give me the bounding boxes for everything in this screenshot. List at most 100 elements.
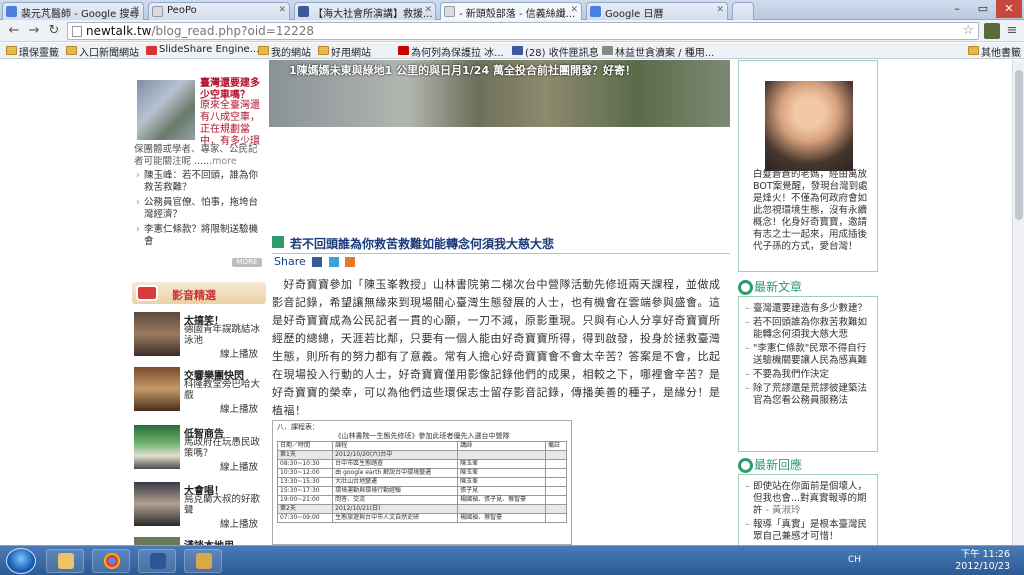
tab-google-calendar[interactable]: Google 日曆 ✕ bbox=[586, 2, 728, 20]
bookmark-folder[interactable]: 我的網站 bbox=[258, 44, 311, 59]
table-row: 08:30~10:30 台中市區生態踏查 陳玉峯 bbox=[276, 459, 568, 469]
close-icon[interactable]: ✕ bbox=[132, 5, 140, 15]
list-item[interactable]: 即使站在你面前是個壞人，但我也會...對真實報導的期許 - 黃淑玲 bbox=[745, 481, 873, 517]
table-row: 13:30~15:30 大肚山台地變遷 陳玉峯 bbox=[276, 477, 568, 487]
close-window-button[interactable]: ✕ bbox=[996, 0, 1022, 18]
feature-title[interactable]: 臺灣還要建多少空車嗎？ bbox=[200, 78, 264, 102]
tab-strip: 裴元芃醫師 - Google 搜尋 ✕ PeoPo ✕ 【海大社會所演講】救援.… bbox=[0, 0, 1024, 20]
table-row: 10:30~12:00 由 google earth 解說台中環境變遷 陳玉峯 bbox=[276, 468, 568, 478]
taskbar-paint[interactable] bbox=[184, 549, 222, 573]
video-item[interactable]: 交響樂團快閃 科隆教堂旁巴哈大戲 線上播放 bbox=[132, 367, 266, 417]
tab-facebook-event[interactable]: 【海大社會所演講】救援... ✕ bbox=[294, 2, 436, 20]
clock[interactable]: 下午 11:26 2012/10/23 bbox=[955, 549, 1010, 573]
schedule-image: 八．課程表： 《山林書院一生態先修班》參加此班者優先入選台中營隊 日期／時間 課… bbox=[272, 420, 572, 545]
tab-google-search[interactable]: 裴元芃醫師 - Google 搜尋 ✕ bbox=[2, 2, 144, 20]
tab-peopo[interactable]: PeoPo ✕ bbox=[148, 2, 290, 20]
facebook-share-icon[interactable] bbox=[312, 257, 323, 267]
bookmark-folder[interactable]: 入口新聞網站 bbox=[66, 44, 139, 59]
folder-icon bbox=[968, 46, 979, 55]
back-button[interactable]: ← bbox=[6, 23, 22, 39]
bookmark-link[interactable]: SlideShare Engine... bbox=[146, 44, 259, 55]
page-icon bbox=[444, 6, 455, 17]
browser-toolbar: ← → ↻ newtalk.tw/blog_read.php?oid=12228… bbox=[0, 20, 1024, 42]
new-tab-button[interactable] bbox=[732, 2, 754, 20]
tv-icon bbox=[136, 285, 158, 301]
list-item[interactable]: 除了荒謬還是荒謬彼建築法官為您看公務員服務法 bbox=[745, 383, 873, 407]
chrome-icon bbox=[104, 553, 120, 569]
start-button[interactable] bbox=[6, 548, 36, 574]
close-icon[interactable]: ✕ bbox=[716, 5, 724, 15]
list-item[interactable]: 臺灣還要建造有多少數建？ bbox=[745, 303, 873, 315]
video-thumbnail[interactable] bbox=[134, 425, 180, 469]
close-icon[interactable]: ✕ bbox=[570, 5, 578, 15]
taskbar-explorer[interactable] bbox=[46, 549, 84, 573]
latest-replies-header: 最新回應 bbox=[738, 456, 802, 473]
url-host: newtalk.tw bbox=[86, 24, 152, 38]
article-title[interactable]: 若不回頭誰為你救苦救難如能轉念何須我大慈大悲 bbox=[272, 235, 554, 252]
list-item[interactable]: "李憲仁條款"民眾不得自行送驗機關要讓人民為感真難 bbox=[745, 343, 873, 367]
latest-articles-box: 臺灣還要建造有多少數建？ 若不回頭誰為你救苦救難如能轉念何須我大慈大悲 "李憲仁… bbox=[738, 296, 878, 452]
list-item[interactable]: 若不回頭誰為你救苦救難如能轉念何須我大慈大悲 bbox=[745, 317, 873, 341]
video-thumbnail[interactable] bbox=[134, 482, 180, 526]
page-icon bbox=[602, 46, 613, 55]
scrollbar-thumb[interactable] bbox=[1015, 70, 1023, 220]
bookmark-folder[interactable]: 環保靈籤 bbox=[6, 44, 59, 59]
list-item[interactable]: 報導「真實」是根本臺灣民眾自己兼感才可惜！ bbox=[745, 519, 873, 543]
feature-text: 原來全臺灣還有八成空車，正在規劃當中，有多少環 bbox=[200, 100, 260, 147]
author-box: 白髮蒼蒼的老媽，經由萬放BOT案覺醒，發現台灣到處是烽火！不僅為何政府會如此忽視… bbox=[738, 60, 878, 272]
bookmarks-bar: 環保靈籤 入口新聞網站 SlideShare Engine... 我的網站 好用… bbox=[0, 43, 1024, 59]
list-item[interactable]: 李憲仁條款？將限制送驗機會 bbox=[136, 224, 264, 248]
more-link[interactable]: more bbox=[212, 156, 237, 167]
close-icon[interactable]: ✕ bbox=[278, 5, 286, 15]
address-bar[interactable]: newtalk.tw/blog_read.php?oid=12228 ☆ bbox=[67, 22, 979, 40]
share-button[interactable]: Share bbox=[274, 255, 306, 268]
close-icon[interactable]: ✕ bbox=[424, 5, 432, 15]
feature-image[interactable] bbox=[137, 80, 195, 140]
bookmark-folder[interactable]: 好用網站 bbox=[318, 44, 371, 59]
vertical-scrollbar[interactable] bbox=[1012, 60, 1024, 545]
folder-icon bbox=[6, 46, 17, 55]
video-item[interactable]: 低智商告 馬政府在玩愚民政策嗎？ 線上播放 bbox=[132, 425, 266, 475]
video-thumbnail[interactable] bbox=[134, 312, 180, 356]
language-indicator[interactable]: CH bbox=[848, 555, 861, 565]
feature-text-cont: 保團體或學者、專家、公民記者可能關注呢 ......more bbox=[134, 144, 258, 167]
other-bookmarks-folder[interactable]: 其他書籤 bbox=[968, 44, 1021, 59]
page-icon bbox=[152, 6, 163, 17]
video-thumbnail[interactable] bbox=[134, 367, 180, 411]
plurk-share-icon[interactable] bbox=[345, 257, 356, 267]
windows-taskbar: CH 下午 11:26 2012/10/23 bbox=[0, 545, 1024, 575]
reload-button[interactable]: ↻ bbox=[46, 23, 62, 39]
video-thumbnail[interactable] bbox=[134, 537, 180, 545]
list-item[interactable]: 公務員官僚、怕事，拖垮台灣經濟？ bbox=[136, 197, 264, 221]
author-photo[interactable] bbox=[765, 81, 853, 171]
video-section-header: 影音精選 bbox=[132, 282, 266, 304]
folder-icon bbox=[58, 553, 74, 569]
video-item[interactable]: 太搞笑！ 德國青年誤跳結冰泳池 線上播放 bbox=[132, 312, 266, 362]
web-page: 臺灣還要建多少空車嗎？ 原來全臺灣還有八成空車，正在規劃當中，有多少環 保團體或… bbox=[0, 60, 1024, 545]
table-row: 第1天 2012/10/20(六)台中 bbox=[276, 450, 568, 460]
more-button[interactable]: MORE bbox=[232, 258, 262, 267]
url-path: /blog_read.php?oid=12228 bbox=[151, 24, 315, 38]
maximize-button[interactable]: ▭ bbox=[970, 0, 996, 18]
latest-articles-header: 最新文章 bbox=[738, 278, 802, 295]
bookmark-link[interactable]: 林益世貪瀆案 / 種用... bbox=[602, 44, 714, 59]
bookmark-link[interactable]: 為何列為保護拉 冰... bbox=[398, 44, 504, 59]
page-icon bbox=[72, 26, 82, 37]
list-item[interactable]: 陳玉峰：若不回頭，誰為你救苦救難？ bbox=[136, 170, 264, 194]
wrench-menu-icon[interactable]: ≡ bbox=[1004, 23, 1020, 39]
video-item[interactable]: 淺談本地用... bbox=[132, 537, 266, 545]
video-item[interactable]: 大會唱！ 烏克蘭大叔的好歌聲 線上播放 bbox=[132, 482, 266, 532]
extension-icon[interactable] bbox=[984, 23, 1000, 39]
table-row: 15:30~17:30 環境運動與環境行動經驗 張子見 bbox=[276, 486, 568, 496]
folder-icon bbox=[66, 46, 77, 55]
bookmark-link[interactable]: (28) 收件匣訊息 bbox=[512, 44, 599, 59]
forward-button[interactable]: → bbox=[26, 23, 42, 39]
tab-newtalk-blog[interactable]: - 新頭殼部落 - 信義絲纖... ✕ bbox=[440, 2, 582, 20]
twitter-share-icon[interactable] bbox=[328, 257, 339, 267]
list-item[interactable]: 不要為我們作決定 bbox=[745, 369, 873, 381]
latest-articles-list: 臺灣還要建造有多少數建？ 若不回頭誰為你救苦救難如能轉念何須我大慈大悲 "李憲仁… bbox=[745, 303, 873, 409]
taskbar-word[interactable] bbox=[138, 549, 176, 573]
minimize-button[interactable]: – bbox=[944, 0, 970, 18]
taskbar-chrome[interactable] bbox=[92, 549, 130, 573]
bookmark-star-icon[interactable]: ☆ bbox=[962, 23, 974, 39]
